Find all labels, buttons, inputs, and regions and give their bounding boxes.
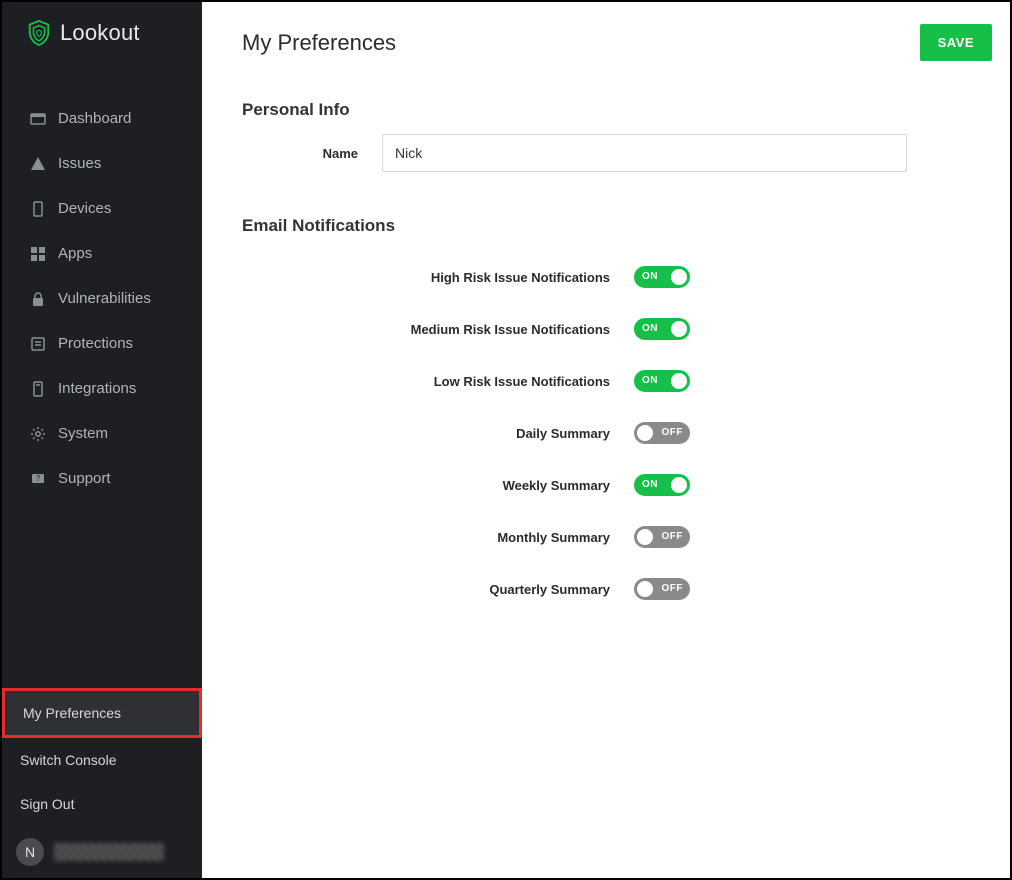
sidebar-item-label: Dashboard [58,110,131,127]
user-row[interactable]: N [2,826,202,878]
toggle-knob [637,581,653,597]
toggle-switch[interactable]: OFF [634,578,690,600]
toggle-text: OFF [662,583,684,594]
name-row: Name [242,134,970,172]
toggle-label: Monthly Summary [242,530,634,545]
toggle-knob [671,269,687,285]
sidebar-item-protections[interactable]: Protections [2,321,202,366]
toggle-row: Low Risk Issue Notifications ON [242,370,970,392]
sidebar-item-label: Apps [58,245,92,262]
sidebar-item-label: Support [58,470,111,487]
name-input[interactable] [382,134,907,172]
toggle-row: Monthly Summary OFF [242,526,970,548]
sidebar-item-integrations[interactable]: Integrations [2,366,202,411]
toggle-label: High Risk Issue Notifications [242,270,634,285]
toggle-switch[interactable]: OFF [634,422,690,444]
support-icon: ? [30,471,46,487]
apps-icon [30,246,46,262]
sidebar-item-label: Devices [58,200,111,217]
list-icon [30,336,46,352]
sidebar-item-label: My Preferences [23,705,121,721]
sidebar-item-label: Issues [58,155,101,172]
toggle-text: ON [642,479,658,490]
sidebar: Lookout Dashboard Issues Devices [2,2,202,878]
brand: Lookout [2,2,202,66]
toggle-label: Medium Risk Issue Notifications [242,322,634,337]
sidebar-item-switch-console[interactable]: Switch Console [2,738,202,782]
dashboard-icon [30,111,46,127]
toggle-knob [671,373,687,389]
sidebar-item-support[interactable]: ? Support [2,456,202,501]
toggle-knob [671,477,687,493]
toggle-switch[interactable]: ON [634,318,690,340]
toggle-switch[interactable]: ON [634,370,690,392]
toggle-row: Medium Risk Issue Notifications ON [242,318,970,340]
warning-icon [30,156,46,172]
gear-icon [30,426,46,442]
lookout-logo-icon [26,20,52,46]
toggle-row: High Risk Issue Notifications ON [242,266,970,288]
lock-icon [30,291,46,307]
device-icon [30,201,46,217]
section-email-notifications: Email Notifications [242,216,970,236]
sidebar-item-sign-out[interactable]: Sign Out [2,782,202,826]
toggle-knob [637,529,653,545]
section-personal-info: Personal Info [242,100,970,120]
sidebar-item-label: Protections [58,335,133,352]
toggle-label: Daily Summary [242,426,634,441]
sidebar-item-my-preferences[interactable]: My Preferences [2,688,202,738]
nav-bottom: My Preferences Switch Console Sign Out [2,688,202,826]
sidebar-item-vulnerabilities[interactable]: Vulnerabilities [2,276,202,321]
name-label: Name [242,146,382,161]
brand-name: Lookout [60,20,140,46]
sidebar-item-label: Sign Out [20,796,74,812]
toggle-knob [637,425,653,441]
toggle-knob [671,321,687,337]
svg-text:?: ? [36,474,41,483]
toggle-label: Low Risk Issue Notifications [242,374,634,389]
avatar: N [16,838,44,866]
toggle-switch[interactable]: ON [634,266,690,288]
page-title: My Preferences [242,30,970,56]
sidebar-item-system[interactable]: System [2,411,202,456]
toggle-text: ON [642,375,658,386]
sidebar-item-dashboard[interactable]: Dashboard [2,96,202,141]
sidebar-item-label: Integrations [58,380,136,397]
integrations-icon [30,381,46,397]
sidebar-item-issues[interactable]: Issues [2,141,202,186]
sidebar-item-devices[interactable]: Devices [2,186,202,231]
toggle-text: OFF [662,427,684,438]
sidebar-item-label: Switch Console [20,752,117,768]
sidebar-item-apps[interactable]: Apps [2,231,202,276]
save-button[interactable]: SAVE [920,24,992,61]
toggle-text: ON [642,271,658,282]
user-name-redacted [54,843,164,861]
toggle-text: ON [642,323,658,334]
main-content: My Preferences SAVE Personal Info Name E… [202,2,1010,878]
toggle-switch[interactable]: OFF [634,526,690,548]
toggle-label: Weekly Summary [242,478,634,493]
toggle-row: Daily Summary OFF [242,422,970,444]
avatar-initial: N [25,844,35,860]
toggle-switch[interactable]: ON [634,474,690,496]
toggle-row: Quarterly Summary OFF [242,578,970,600]
toggle-label: Quarterly Summary [242,582,634,597]
toggle-text: OFF [662,531,684,542]
toggle-row: Weekly Summary ON [242,474,970,496]
sidebar-item-label: System [58,425,108,442]
sidebar-item-label: Vulnerabilities [58,290,151,307]
nav-main: Dashboard Issues Devices Apps [2,96,202,501]
